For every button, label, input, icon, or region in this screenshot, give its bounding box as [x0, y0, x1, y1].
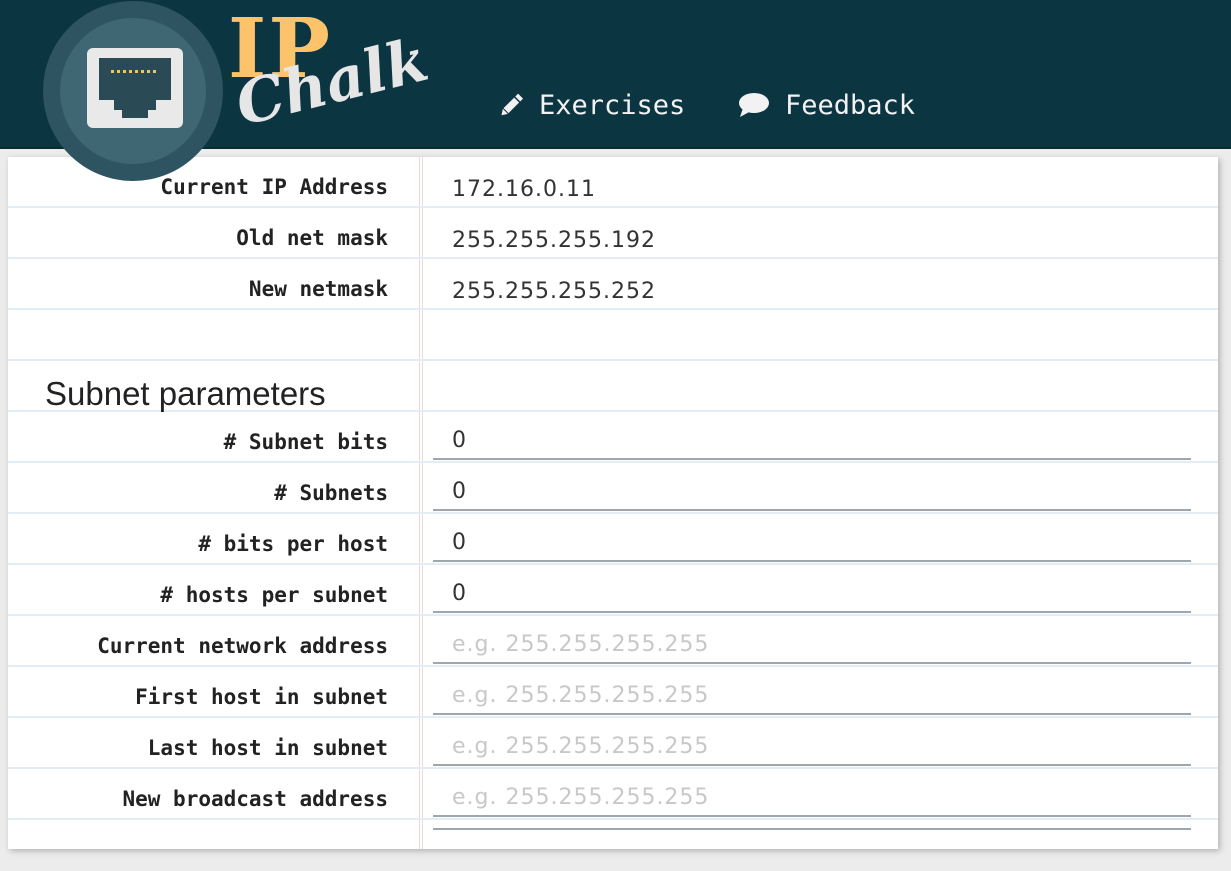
subnets-input[interactable]	[433, 473, 1191, 511]
field-row-hosts-per-subnet: # hosts per subnet	[8, 565, 1218, 616]
section-title: Subnet parameters	[45, 375, 326, 412]
nav-exercises-label: Exercises	[539, 89, 686, 121]
field-label: First host in subnet	[135, 685, 388, 709]
network-address-input[interactable]	[433, 626, 1191, 664]
field-label: # Subnets	[274, 481, 388, 505]
field-label: New broadcast address	[122, 787, 388, 811]
field-row-subnets: # Subnets	[8, 463, 1218, 514]
logo-badge-inner	[60, 18, 206, 164]
subnet-bits-input[interactable]	[433, 422, 1191, 460]
bits-per-host-input[interactable]	[433, 524, 1191, 562]
field-label: # Subnet bits	[223, 430, 388, 454]
field-row-first-host: First host in subnet	[8, 667, 1218, 718]
first-host-input[interactable]	[433, 677, 1191, 715]
field-label: Last host in subnet	[147, 736, 388, 760]
given-value: 255.255.255.252	[452, 279, 656, 304]
last-host-input[interactable]	[433, 728, 1191, 766]
trailing-row	[8, 820, 1218, 871]
given-row-ip: Current IP Address 172.16.0.11	[8, 157, 1218, 208]
given-label: Current IP Address	[160, 175, 388, 199]
given-row-new-mask: New netmask 255.255.255.252	[8, 259, 1218, 310]
field-label: # bits per host	[198, 532, 388, 556]
field-row-bits-per-host: # bits per host	[8, 514, 1218, 565]
spacer-row	[8, 310, 1218, 361]
nav-exercises-link[interactable]: Exercises	[497, 86, 685, 124]
hosts-per-subnet-input[interactable]	[433, 575, 1191, 613]
pencil-icon	[501, 93, 524, 116]
given-row-old-mask: Old net mask 255.255.255.192	[8, 208, 1218, 259]
given-value: 255.255.255.192	[452, 228, 656, 253]
next-field-underline	[433, 820, 1191, 830]
calculator-panel: Current IP Address 172.16.0.11 Old net m…	[8, 157, 1218, 849]
field-label: Current network address	[97, 634, 388, 658]
logo-badge	[43, 1, 223, 181]
network-port-icon	[87, 48, 183, 128]
given-label: New netmask	[248, 277, 388, 301]
speech-bubble-icon	[739, 93, 769, 117]
field-row-broadcast: New broadcast address	[8, 769, 1218, 820]
given-value: 172.16.0.11	[452, 177, 596, 202]
field-row-network-address: Current network address	[8, 616, 1218, 667]
broadcast-address-input[interactable]	[433, 779, 1191, 817]
given-label: Old net mask	[236, 226, 388, 250]
field-row-last-host: Last host in subnet	[8, 718, 1218, 769]
nav-feedback-link[interactable]: Feedback	[737, 86, 915, 124]
nav-feedback-label: Feedback	[785, 89, 916, 121]
field-label: # hosts per subnet	[160, 583, 388, 607]
field-row-subnet-bits: # Subnet bits	[8, 412, 1218, 463]
